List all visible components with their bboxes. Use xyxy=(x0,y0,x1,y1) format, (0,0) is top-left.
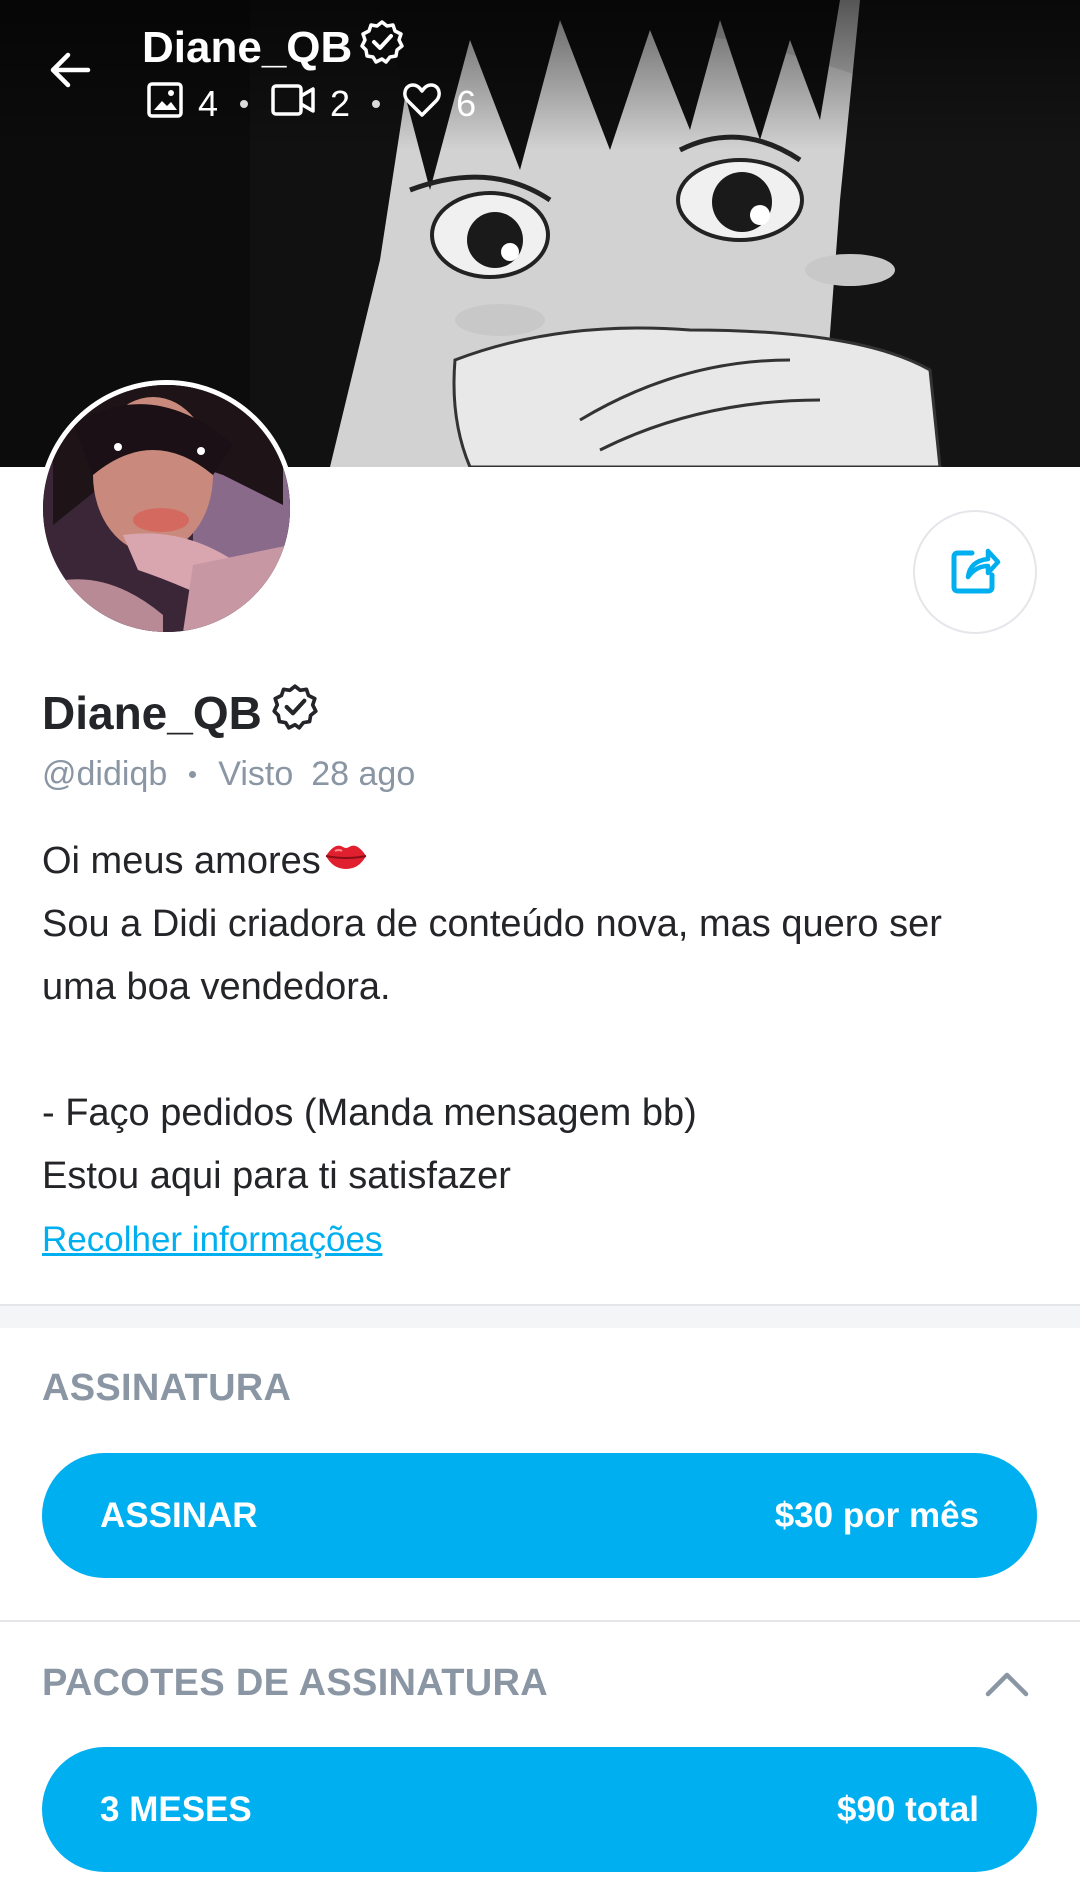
bundles-title: PACOTES DE ASSINATURA xyxy=(42,1662,548,1704)
stat-videos: 2 xyxy=(270,81,350,128)
last-seen-value: 28 ago xyxy=(311,754,416,793)
share-icon xyxy=(948,543,1002,602)
stat-likes-count: 6 xyxy=(456,83,477,124)
profile-name: Diane_QB xyxy=(42,686,262,739)
back-button[interactable] xyxy=(38,40,102,104)
header-stats: 4 2 6 xyxy=(146,81,476,128)
stat-photos: 4 xyxy=(146,81,218,128)
subscribe-button[interactable]: ASSINAR $30 por mês xyxy=(42,1453,1037,1578)
meta-separator xyxy=(189,770,197,778)
bio-line-text: Oi meus amores xyxy=(42,840,321,882)
stat-likes: 6 xyxy=(402,81,476,128)
heart-icon xyxy=(402,81,442,128)
last-seen-label: Visto xyxy=(218,754,294,793)
avatar-photo xyxy=(43,385,290,632)
section-divider xyxy=(0,1620,1080,1622)
profile-meta: @didiqb Visto 28 ago xyxy=(42,754,415,794)
subscribe-button-price: $30 por mês xyxy=(774,1495,979,1535)
collapse-info-link[interactable]: Recolher informações xyxy=(42,1220,382,1260)
profile-bio: Oi meus amores Sou a Didi criadora de co… xyxy=(42,830,1042,1208)
bundles-collapse-button[interactable] xyxy=(982,1664,1032,1704)
lips-icon xyxy=(323,830,369,893)
back-arrow-icon xyxy=(46,46,94,99)
profile-handle: @didiqb xyxy=(42,754,168,793)
bio-line: Estou aqui para ti satisfazer xyxy=(42,1155,511,1197)
bundle-price: $90 total xyxy=(837,1789,979,1829)
header-title: Diane_QB xyxy=(142,18,406,77)
subscribe-button-label: ASSINAR xyxy=(100,1495,258,1535)
bio-blank-line xyxy=(42,1019,1042,1082)
stat-separator xyxy=(372,100,381,108)
chevron-up-icon xyxy=(982,1672,1032,1708)
bundle-button-3-months[interactable]: 3 MESES $90 total xyxy=(42,1747,1037,1872)
stat-photos-count: 4 xyxy=(198,83,219,124)
profile-name-row: Diane_QB xyxy=(42,682,320,743)
bio-line: uma boa vendedora. xyxy=(42,966,391,1008)
stat-separator xyxy=(240,100,249,108)
bundle-label: 3 MESES xyxy=(100,1789,252,1829)
subscription-title: ASSINATURA xyxy=(42,1367,292,1409)
last-seen: Visto 28 ago xyxy=(218,755,415,794)
header-username: Diane_QB xyxy=(142,22,353,72)
verified-icon xyxy=(358,18,406,77)
bio-line: Oi meus amores xyxy=(42,830,1042,893)
bio-line: Sou a Didi criadora de conteúdo nova, ma… xyxy=(42,903,942,945)
video-icon xyxy=(270,81,316,128)
verified-icon xyxy=(270,682,320,743)
avatar[interactable] xyxy=(38,380,295,637)
image-icon xyxy=(146,81,184,128)
section-divider xyxy=(0,1304,1080,1328)
share-button[interactable] xyxy=(913,510,1037,634)
bio-line: - Faço pedidos (Manda mensagem bb) xyxy=(42,1092,697,1134)
stat-videos-count: 2 xyxy=(330,83,351,124)
